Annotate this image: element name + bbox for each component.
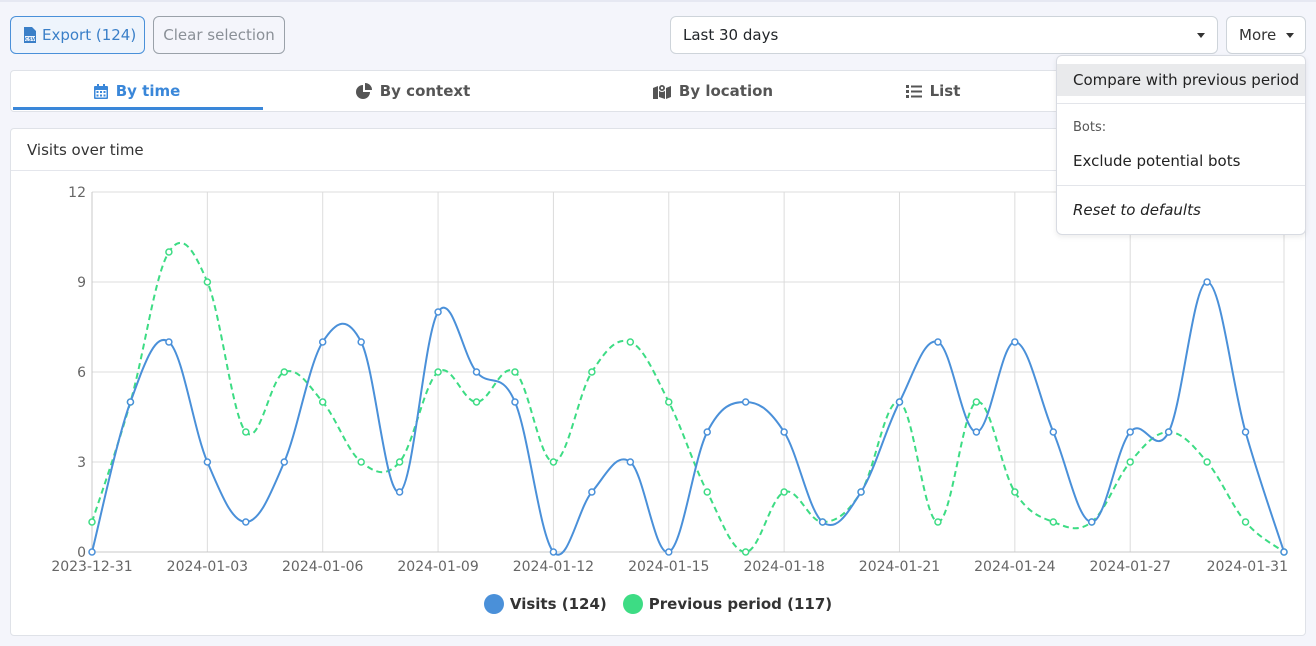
x-tick-label: 2024-01-09 <box>397 559 478 575</box>
visits-data-point <box>511 398 519 406</box>
x-tick-label: 2024-01-12 <box>513 559 594 575</box>
visits-data-point <box>1049 428 1058 436</box>
visits-data-point <box>780 428 788 436</box>
y-tick-label: 9 <box>77 275 86 291</box>
menu-item-compare[interactable]: Compare with previous period <box>1057 64 1305 96</box>
y-tick-label: 3 <box>77 455 86 471</box>
y-tick-label: 6 <box>77 365 86 381</box>
chart-legend: Visits (124) Previous period (117) <box>0 594 1316 614</box>
previous-period-data-point <box>588 368 596 376</box>
visits-data-point <box>88 548 96 556</box>
visits-data-point <box>357 338 365 346</box>
visits-data-point <box>280 458 289 466</box>
legend-swatch-visits <box>483 594 504 614</box>
visits-data-point <box>626 458 635 466</box>
previous-period-data-point <box>741 548 750 556</box>
visits-data-point <box>665 548 673 556</box>
legend-label: Visits (124) <box>509 595 607 613</box>
visits-data-point <box>1280 548 1288 556</box>
previous-period-data-point <box>934 518 942 526</box>
visits-data-point <box>1011 338 1019 346</box>
x-tick-label: 2024-01-03 <box>167 559 248 575</box>
visits-data-point <box>1203 278 1211 286</box>
previous-period-data-point <box>1049 518 1058 526</box>
visits-data-point <box>203 458 212 466</box>
visits-data-point <box>165 338 173 346</box>
previous-period-data-point <box>1011 488 1019 496</box>
x-tick-label: 2024-01-21 <box>859 559 940 575</box>
visits-data-point <box>549 548 558 556</box>
x-tick-label: 2024-01-15 <box>628 559 709 575</box>
previous-period-data-point <box>242 428 250 436</box>
menu-item-reset[interactable]: Reset to defaults <box>1057 194 1305 226</box>
x-tick-label: 2024-01-06 <box>282 559 363 575</box>
visits-data-point <box>818 518 827 526</box>
visits-data-point <box>472 368 481 376</box>
menu-divider <box>1057 103 1305 104</box>
x-tick-label: 2024-01-18 <box>743 559 824 575</box>
previous-period-data-point <box>780 488 788 496</box>
previous-period-data-point <box>1241 518 1250 526</box>
previous-period-data-point <box>1126 458 1134 466</box>
visits-data-point <box>857 488 865 496</box>
visits-data-point <box>703 428 711 436</box>
visits-data-point <box>395 488 404 496</box>
visits-data-point <box>588 488 596 496</box>
visits-data-point <box>318 338 327 346</box>
previous-period-data-point <box>703 488 711 496</box>
x-tick-label: 2024-01-24 <box>974 559 1055 575</box>
legend-swatch-previous <box>622 594 643 614</box>
x-tick-label: 2024-01-31 <box>1207 559 1288 575</box>
previous-period-data-point <box>318 398 327 406</box>
previous-period-data-point <box>165 248 173 256</box>
previous-period-data-point <box>472 398 481 406</box>
menu-header-bots: Bots: <box>1073 120 1107 135</box>
x-tick-label: 2024-01-27 <box>1090 559 1171 575</box>
visits-data-point <box>934 338 942 346</box>
legend-item-previous[interactable]: Previous period (117) <box>622 594 833 614</box>
previous-period-data-point <box>626 338 635 346</box>
previous-period-data-point <box>88 518 96 526</box>
previous-period-data-point <box>511 368 519 376</box>
legend-label: Previous period (117) <box>648 595 833 613</box>
legend-item-visits[interactable]: Visits (124) <box>483 594 607 614</box>
visits-data-point <box>126 398 135 406</box>
previous-period-data-point <box>395 458 404 466</box>
previous-period-data-point <box>549 458 558 466</box>
more-dropdown-menu: Compare with previous period Bots: Exclu… <box>1056 55 1306 235</box>
visits-data-point <box>434 308 442 316</box>
visits-data-point <box>972 428 981 436</box>
previous-period-data-point <box>1203 458 1211 466</box>
visits-data-point <box>895 398 904 406</box>
visits-data-point <box>1126 428 1134 436</box>
previous-period-data-point <box>357 458 365 466</box>
previous-period-data-point <box>972 398 981 406</box>
previous-period-data-point <box>434 368 442 376</box>
visits-data-point <box>1241 428 1250 436</box>
previous-period-data-point <box>665 398 673 406</box>
y-tick-label: 12 <box>68 185 86 201</box>
visits-data-point <box>1087 518 1096 526</box>
visits-series-line <box>91 280 1285 556</box>
visits-data-point <box>1164 428 1173 436</box>
visits-data-point <box>741 398 750 406</box>
previous-period-data-point <box>280 368 289 376</box>
menu-item-exclude-bots[interactable]: Exclude potential bots <box>1057 145 1305 177</box>
previous-period-series-line <box>91 241 1285 554</box>
previous-period-data-point <box>203 278 212 286</box>
menu-divider <box>1057 185 1305 186</box>
visits-data-point <box>242 518 250 526</box>
x-tick-label: 2023-12-31 <box>51 559 132 575</box>
